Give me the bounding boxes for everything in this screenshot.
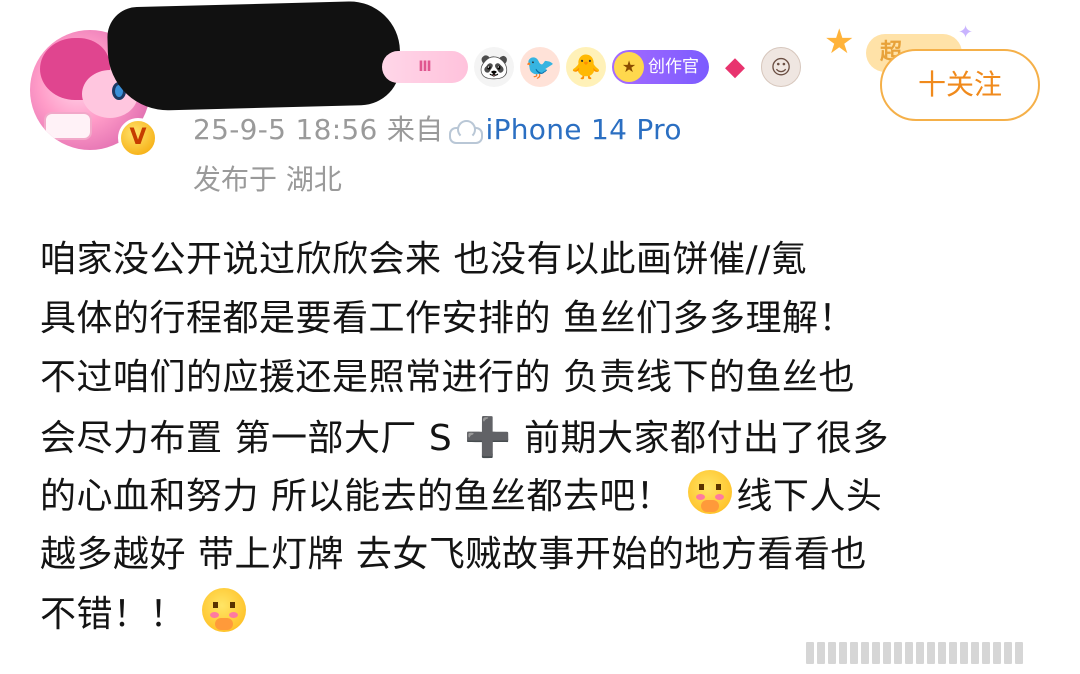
post-line: 不错！！ (40, 588, 1050, 647)
post-text-segment: 的心血和努力 所以能去的鱼丝都去吧！ (40, 476, 673, 517)
user-badges: Ⅲ 🐼 🐦 🐥 ★ 创作官 ◆ ☺ (382, 46, 801, 88)
post-device-link[interactable]: iPhone 14 Pro (485, 113, 681, 146)
plus-icon: ➕ (464, 415, 513, 459)
post-line: 越多越好 带上灯牌 去女飞贼故事开始的地方看看也 (40, 534, 867, 575)
blush-emoji-icon (201, 588, 246, 632)
star-icon: ★ (824, 22, 855, 62)
level-badge[interactable]: Ⅲ (382, 51, 468, 83)
blush-emoji-icon (688, 470, 733, 514)
post-line: 具体的行程都是要看工作安排的 鱼丝们多多理解！ (40, 298, 855, 339)
post-line: 的心血和努力 所以能去的鱼丝都去吧！ 线下人头 (40, 470, 1050, 529)
post-text-segment: 线下人头 (736, 476, 883, 517)
post-body: 咱家没公开说过欣欣会来 也没有以此画饼催//氪 具体的行程都是要看工作安排的 鱼… (40, 234, 1050, 647)
creator-badge-icon: ★ (614, 52, 644, 82)
post-line: 咱家没公开说过欣欣会来 也没有以此画饼催//氪 (40, 239, 808, 280)
post-text-segment: 不错！！ (40, 594, 187, 635)
avatar-cake (44, 112, 92, 140)
chick-icon[interactable]: 🐥 (566, 47, 606, 87)
post-source-label: 来自 (386, 113, 444, 146)
gem-icon[interactable]: ◆ (715, 49, 755, 85)
post-line: 会尽力布置 第一部大厂 S ➕ 前期大家都付出了很多 (40, 411, 1050, 470)
watermark (806, 642, 1076, 668)
cloud-icon (447, 119, 484, 144)
username-redaction (106, 0, 402, 112)
verified-v-icon: V (118, 118, 158, 158)
sparkle-icon: ✦ (958, 22, 974, 43)
creator-badge-label: 创作官 (648, 57, 699, 77)
bird-icon[interactable]: 🐦 (520, 47, 560, 87)
panda-icon[interactable]: 🐼 (474, 47, 514, 87)
post-text-segment: 会尽力布置 第一部大厂 S (40, 418, 453, 459)
creator-badge[interactable]: ★ 创作官 (612, 50, 709, 84)
follow-button[interactable]: 十关注 (880, 49, 1040, 121)
post-line: 不过咱们的应援还是照常进行的 负责线下的鱼丝也 (40, 357, 855, 398)
post-text-segment: 前期大家都付出了很多 (523, 418, 889, 459)
avatar-mini-icon[interactable]: ☺ (761, 47, 801, 87)
post-location: 发布于 湖北 (193, 163, 342, 196)
post-meta: 25-9-5 18:56 来自 iPhone 14 Pro (193, 108, 682, 148)
post-timestamp: 25-9-5 18:56 (193, 113, 378, 146)
